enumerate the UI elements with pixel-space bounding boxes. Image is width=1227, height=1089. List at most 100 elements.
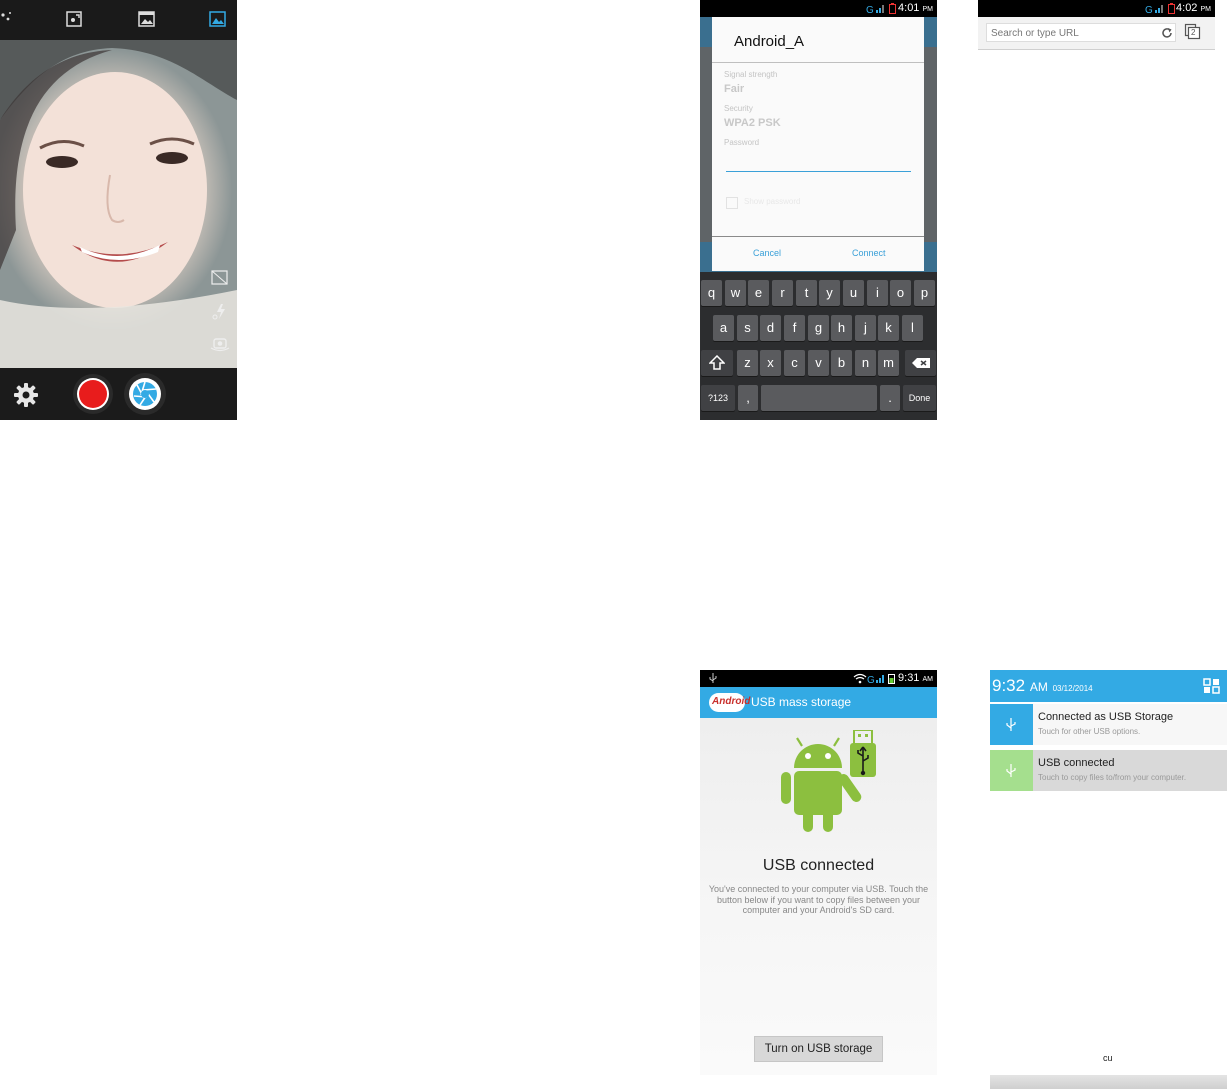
key-t[interactable]: t: [796, 280, 817, 306]
wifi-signal-icon: G: [853, 673, 897, 684]
key-l[interactable]: l: [902, 315, 923, 341]
notification-usb-storage[interactable]: Connected as USB Storage Touch for other…: [990, 704, 1227, 745]
key-u[interactable]: u: [843, 280, 864, 306]
key-f[interactable]: f: [784, 315, 805, 341]
space-key[interactable]: [761, 385, 877, 411]
usb-icon: [990, 750, 1033, 791]
key-d[interactable]: d: [760, 315, 781, 341]
notification-date: 03/12/2014: [1052, 684, 1093, 693]
usb-description: You've connected to your computer via US…: [708, 884, 929, 915]
comma-key[interactable]: ,: [738, 385, 758, 411]
camera-controls: [0, 368, 237, 420]
notification-usb-connected[interactable]: USB connected Touch to copy files to/fro…: [990, 750, 1227, 791]
key-h[interactable]: h: [831, 315, 852, 341]
usb-icon: [990, 704, 1033, 745]
notification-header: 9:32 AM 03/12/2014: [990, 670, 1227, 702]
key-o[interactable]: o: [890, 280, 911, 306]
key-e[interactable]: e: [748, 280, 769, 306]
camera-app: [0, 0, 237, 420]
video-mode-icon[interactable]: [138, 11, 155, 27]
notification-clock: 9:32 AM 03/12/2014: [992, 676, 1093, 695]
key-c[interactable]: c: [784, 350, 805, 376]
shutter-button[interactable]: [124, 373, 166, 415]
key-w[interactable]: w: [725, 280, 746, 306]
signal-icon: G: [1145, 3, 1167, 14]
shift-key[interactable]: [701, 350, 733, 376]
android-logo: Android: [709, 693, 750, 712]
key-j[interactable]: j: [855, 315, 876, 341]
settings-gear-icon[interactable]: [13, 382, 39, 408]
status-time: 4:02 PM: [1176, 2, 1211, 14]
notification-subtitle: Touch for other USB options.: [1038, 727, 1141, 736]
effects-icon[interactable]: [0, 10, 12, 24]
photo-mode-icon[interactable]: [209, 11, 226, 27]
status-bar: G 4:02 PM: [978, 0, 1215, 17]
usb-mass-storage-screen: G 9:31 AM Android USB mass storage USB c…: [700, 670, 937, 1075]
browser-screen: G 4:02 PM Search or type URL 2: [978, 0, 1215, 50]
show-password-checkbox[interactable]: [726, 197, 738, 209]
key-n[interactable]: n: [855, 350, 876, 376]
key-y[interactable]: y: [819, 280, 840, 306]
android-logo-text: Android: [712, 696, 751, 707]
url-input[interactable]: Search or type URL: [986, 23, 1176, 42]
notification-shade: 9:32 AM 03/12/2014 Connected as USB Stor…: [990, 670, 1227, 1089]
wifi-connect-screen: G 4:01 PM Android_A Signal strength Fair…: [700, 0, 937, 420]
usb-action-bar: Android USB mass storage: [700, 687, 937, 718]
key-m[interactable]: m: [878, 350, 899, 376]
url-placeholder: Search or type URL: [991, 28, 1079, 39]
key-g[interactable]: g: [808, 315, 829, 341]
backspace-key[interactable]: [905, 350, 936, 376]
key-z[interactable]: z: [737, 350, 758, 376]
status-bar: G 9:31 AM: [700, 670, 937, 687]
status-bar: G 4:01 PM: [700, 0, 937, 17]
key-p[interactable]: p: [914, 280, 935, 306]
key-q[interactable]: q: [701, 280, 722, 306]
period-key[interactable]: .: [880, 385, 900, 411]
battery-icon: [889, 3, 896, 14]
switch-camera-icon[interactable]: [210, 336, 230, 352]
camera-viewfinder[interactable]: [0, 40, 237, 368]
quick-settings-icon[interactable]: [1203, 678, 1220, 694]
key-k[interactable]: k: [878, 315, 899, 341]
security-value: WPA2 PSK: [724, 117, 781, 129]
flash-icon[interactable]: [212, 303, 228, 320]
cancel-button[interactable]: Cancel: [753, 248, 781, 258]
backspace-icon: [911, 358, 930, 368]
android-usb-illustration: [778, 730, 882, 848]
key-a[interactable]: a: [713, 315, 734, 341]
refresh-icon[interactable]: [1161, 27, 1173, 39]
key-v[interactable]: v: [808, 350, 829, 376]
soft-keyboard: q w e r t y u i o p a s d f g h j k l z …: [700, 272, 937, 420]
done-key[interactable]: Done: [903, 385, 936, 411]
status-time: 9:31 AM: [898, 672, 933, 684]
hdr-icon[interactable]: [211, 270, 229, 286]
notification-drag-handle[interactable]: [990, 1075, 1227, 1089]
security-label: Security: [724, 104, 753, 113]
wifi-dialog: Android_A Signal strength Fair Security …: [712, 17, 924, 271]
password-field[interactable]: [726, 152, 911, 172]
shift-icon: [709, 355, 725, 370]
key-r[interactable]: r: [772, 280, 793, 306]
record-button[interactable]: [73, 374, 113, 414]
notification-subtitle: Touch to copy files to/from your compute…: [1038, 773, 1187, 782]
symbols-key[interactable]: ?123: [701, 385, 735, 411]
record-dot: [79, 380, 107, 408]
tabs-count: 2: [1191, 28, 1196, 37]
dialog-title: Android_A: [734, 33, 805, 50]
key-x[interactable]: x: [760, 350, 781, 376]
aperture-icon: [132, 381, 158, 407]
turn-on-usb-storage-button[interactable]: Turn on USB storage: [754, 1036, 883, 1062]
buttons-divider: [712, 236, 924, 237]
tabs-button[interactable]: 2: [1184, 23, 1201, 40]
key-s[interactable]: s: [737, 315, 758, 341]
usb-title: USB mass storage: [751, 695, 852, 709]
panorama-mode-icon[interactable]: [66, 11, 82, 27]
svg-text:G: G: [866, 5, 874, 14]
svg-text:G: G: [1145, 5, 1153, 14]
key-b[interactable]: b: [831, 350, 852, 376]
notification-footer-text: cu: [1103, 1053, 1113, 1063]
connect-button[interactable]: Connect: [852, 248, 886, 258]
status-time: 4:01 PM: [898, 2, 933, 14]
key-i[interactable]: i: [867, 280, 888, 306]
signal-icon: G: [866, 3, 888, 14]
